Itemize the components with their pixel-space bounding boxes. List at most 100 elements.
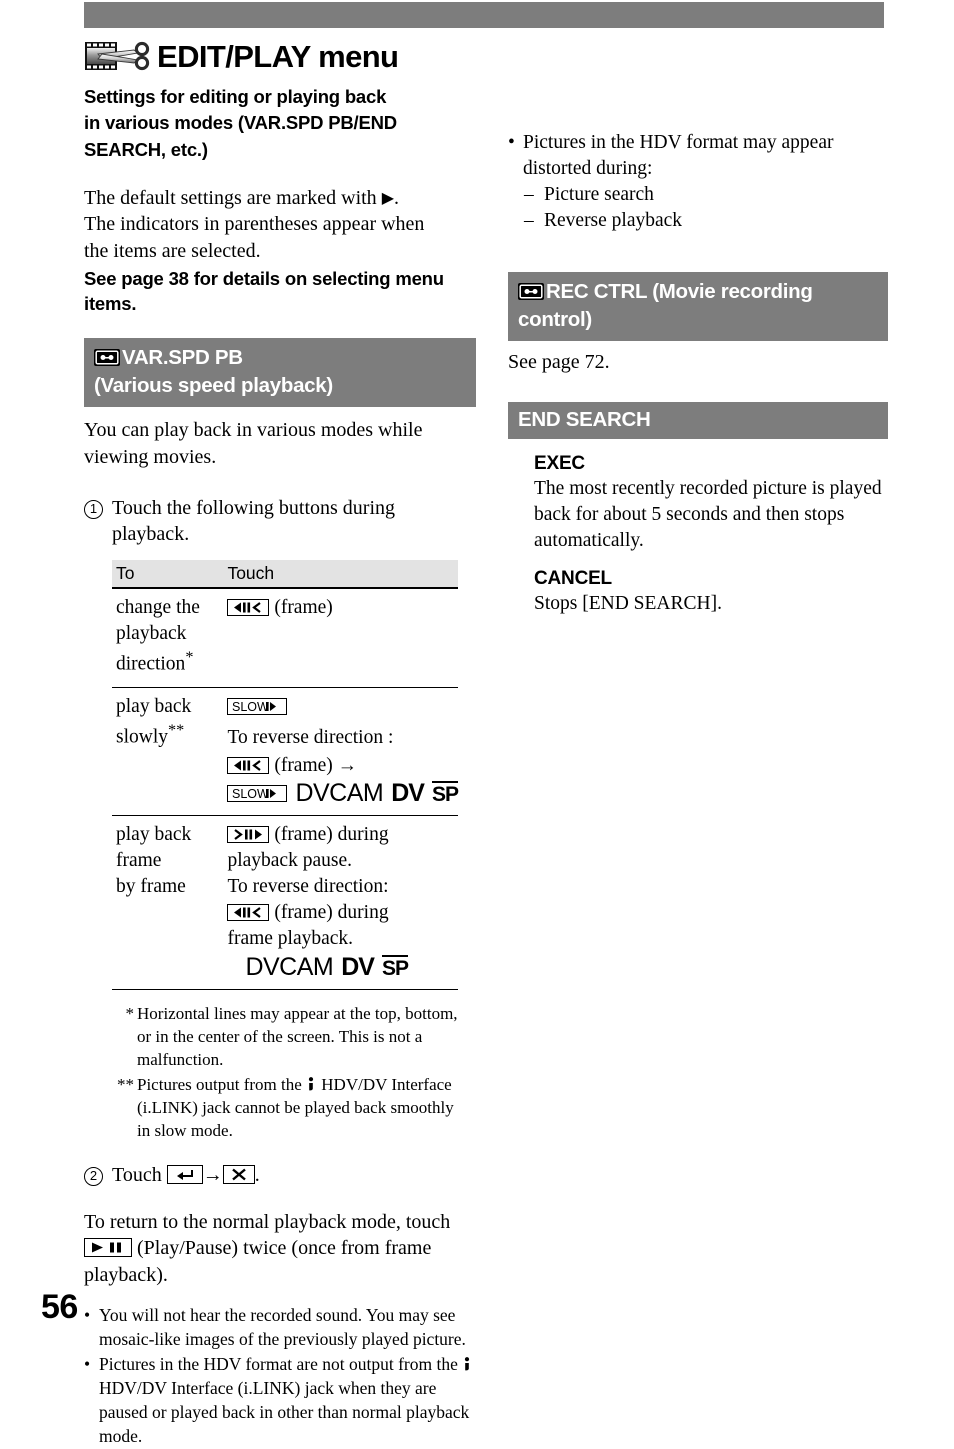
slow-button[interactable]: SLOW [227, 784, 288, 802]
step-2-text-after: . [254, 1164, 260, 1187]
format-sp: SP [381, 955, 409, 981]
sub-note-text: Reverse playback [544, 209, 683, 231]
bullet-dot-icon: • [84, 1353, 91, 1374]
frame-reverse-button[interactable] [227, 904, 270, 922]
var-spd-pb-notes: • You will not hear the recorded sound. … [84, 1303, 476, 1449]
end-search-title: END SEARCH [518, 408, 651, 432]
row-3-to: play back frame by frame [112, 815, 224, 990]
touch-buttons-table: To Touch change the playback direction* (f… [112, 559, 459, 990]
note-bullet: • You will not hear the recorded sound. … [84, 1303, 476, 1351]
step-2-number: 2 [84, 1162, 104, 1189]
section-lead-line-1: Settings for editing or playing back [84, 86, 387, 107]
return-button[interactable] [166, 1165, 203, 1185]
sub-note-item: – Reverse playback [524, 208, 888, 234]
section-lead: Settings for editing or playing back in … [84, 84, 476, 163]
dash-icon: – [524, 209, 534, 231]
intro-bold-note: See page 38 for details on selecting men… [84, 267, 444, 314]
step-1-text: Touch the following buttons during playb… [112, 496, 396, 546]
footnote-1-mark: * [125, 1003, 135, 1023]
row-2-frame-label: (frame) → [274, 754, 358, 776]
right-column: • Pictures in the HDV format may appear … [508, 130, 888, 617]
step-2-arrow: → [202, 1164, 223, 1187]
play-pause-button[interactable] [84, 1238, 132, 1258]
frame-forward-button[interactable] [227, 825, 270, 843]
hdv-distortion-text: Pictures in the HDV format may appear di… [523, 132, 834, 179]
end-search-item-exec-title: EXEC [534, 453, 585, 475]
page-title: EDIT/PLAY menu [157, 38, 399, 74]
section-header-var-spd-pb: VAR.SPD PB (Various speed playback) [84, 337, 476, 408]
footnote-2-mark: ** [117, 1074, 134, 1094]
intro-line-3: the items are selected. [84, 239, 261, 262]
ilink-icon [308, 1077, 314, 1091]
ilink-icon [465, 1357, 470, 1371]
row-3-line-3: To reverse direction: [227, 876, 389, 898]
table-row: change the playback direction* (frame) [112, 587, 458, 688]
page-number: 56 [41, 1288, 78, 1326]
sub-note-item: – Picture search [524, 182, 888, 208]
rec-ctrl-title-line2: control) [518, 307, 592, 331]
note-bullet: • Pictures in the HDV format may appear … [508, 130, 888, 182]
close-button[interactable] [222, 1165, 255, 1185]
intro-line-2: The indicators in parentheses appear whe… [84, 213, 425, 236]
cassette-icon [518, 281, 544, 307]
top-gray-band [84, 2, 884, 28]
slow-button[interactable]: SLOW [227, 697, 288, 715]
svg-text:SLOW: SLOW [232, 700, 269, 714]
row-1-touch: (frame) [223, 587, 458, 688]
row-3-touch: (frame) during playback pause. To revers… [223, 815, 458, 990]
var-spd-pb-title-line2: (Various speed playback) [94, 374, 333, 398]
frame-reverse-button[interactable] [227, 756, 270, 774]
row-2-to: play back slowly** [112, 687, 224, 816]
format-dv: DV [391, 778, 425, 807]
row-2-touch: SLOW To reverse direction : (frame) → SL… [223, 687, 459, 816]
section-lead-line-2: in various modes (VAR.SPD PB/END [84, 112, 397, 134]
section-lead-line-3: SEARCH, etc.) [84, 138, 208, 160]
table-col-to: To [112, 559, 224, 589]
step-1-number: 1 [84, 495, 104, 548]
table-col-touch: Touch [223, 559, 458, 589]
footnote-2-text-before: Pictures output from the [137, 1074, 307, 1094]
left-column: EDIT/PLAY menu Settings for editing or p… [84, 38, 476, 1449]
table-header-row: To Touch [112, 559, 458, 589]
row-1-to: change the playback direction* [112, 587, 224, 688]
end-search-item-cancel-body: Stops [END SEARCH]. [534, 593, 722, 615]
footnote-2-text: Pictures output from the HDV/DV Interfac… [137, 1073, 458, 1142]
hdv-distortion-note: • Pictures in the HDV format may appear … [508, 130, 888, 234]
return-note-after: (Play/Pause) twice (once from frame play… [84, 1237, 432, 1287]
var-spd-pb-title-line1: VAR.SPD PB [94, 345, 466, 373]
sub-note-text: Picture search [544, 183, 654, 205]
rec-ctrl-body: See page 72. [508, 351, 610, 374]
section-header-rec-ctrl: REC CTRL (Movie recording control) [508, 271, 888, 342]
intro-line-1b: . [394, 186, 399, 209]
row-3-line-2: playback pause. [227, 850, 352, 872]
end-search-item-cancel-title: CANCEL [534, 568, 612, 590]
footnote-2: ** Pictures output from the HDV/DV Inter… [112, 1073, 458, 1142]
note-2-text: Pictures in the HDV format are not outpu… [99, 1352, 476, 1449]
format-sp: SP [431, 781, 459, 807]
chapter-title-row: EDIT/PLAY menu [84, 38, 476, 74]
table-row: play back frame by frame (frame) during p… [112, 815, 458, 990]
right-triangle-icon: ▶ [381, 189, 394, 207]
end-search-item-exec-body: The most recently recorded picture is pl… [534, 478, 882, 552]
row-3-line-5: frame playback. [227, 928, 354, 950]
film-scissors-icon [85, 41, 150, 71]
step-2-text: Touch →. [112, 1162, 260, 1189]
cassette-icon [94, 347, 120, 373]
svg-text:SLOW: SLOW [232, 787, 269, 801]
intro-line-1a: The default settings are marked with [84, 186, 382, 209]
footnotes: * Horizontal lines may appear at the top… [112, 1002, 458, 1143]
table-row: play back slowly** SLOW To reverse direct… [112, 687, 459, 816]
bullet-dot-icon: • [508, 132, 515, 153]
row-3-format-row: DVCAM DV SP [245, 954, 458, 981]
step-2-text-before: Touch [112, 1164, 167, 1187]
var-spd-pb-title-text: VAR.SPD PB [122, 345, 243, 369]
row-3-frame-label-1: (frame) during [274, 823, 389, 845]
row-2-reverse-label: To reverse direction : [227, 726, 394, 748]
bullet-dot-icon: • [84, 1304, 91, 1325]
footnote-1: * Horizontal lines may appear at the top… [112, 1002, 458, 1071]
step-2: 2 Touch →. [84, 1162, 476, 1189]
note-1-text: You will not hear the recorded sound. Yo… [99, 1304, 466, 1349]
frame-reverse-button[interactable] [227, 598, 270, 616]
row-1-touch-label: (frame) [274, 596, 333, 618]
rec-ctrl-title-line1: REC CTRL (Movie recording [518, 279, 878, 307]
